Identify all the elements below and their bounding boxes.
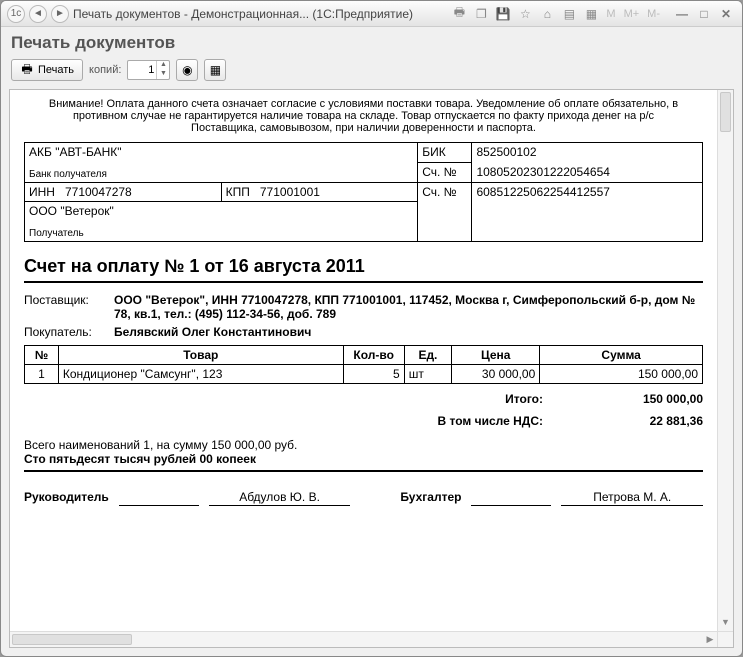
col-unit: Ед. xyxy=(404,346,451,365)
toolbar: 🖶 Печать копий: ▲ ▼ ◉ ▦ xyxy=(11,57,732,87)
document-content: Внимание! Оплата данного счета означает … xyxy=(10,90,717,631)
cell-goods: Кондиционер "Самсунг", 123 xyxy=(58,365,343,384)
supplier-label: Поставщик: xyxy=(24,293,114,321)
calendar-icon[interactable]: ▦ xyxy=(582,5,600,23)
vscroll-thumb[interactable] xyxy=(720,92,731,132)
mem-mminus: M- xyxy=(645,8,662,20)
nav-fwd-icon[interactable]: ► xyxy=(51,5,69,23)
kpp-value: 771001001 xyxy=(260,185,320,199)
col-qty: Кол-во xyxy=(343,346,404,365)
document-area: Внимание! Оплата данного счета означает … xyxy=(9,89,734,648)
titlebar: 1c ◄ ► Печать документов - Демонстрацион… xyxy=(1,1,742,27)
buyer-row: Покупатель: Белявский Олег Константинови… xyxy=(24,325,703,339)
totals-row-2: В том числе НДС: 22 881,36 xyxy=(24,414,703,428)
divider-bold-2 xyxy=(24,470,703,472)
print-icon[interactable]: 🖶 xyxy=(450,5,468,23)
kpp-label: КПП xyxy=(226,185,250,199)
accountant-label: Бухгалтер xyxy=(400,490,461,506)
copies-spinner[interactable]: ▲ ▼ xyxy=(127,60,170,80)
total-label: Итого: xyxy=(383,392,543,406)
horizontal-scrollbar[interactable]: ◀ ▶ xyxy=(10,631,717,647)
mem-m: M xyxy=(604,8,617,20)
sum-line: Всего наименований 1, на сумму 150 000,0… xyxy=(24,438,703,452)
copies-label: копий: xyxy=(89,64,121,76)
col-sum: Сумма xyxy=(540,346,703,365)
settings-button[interactable]: ▦ xyxy=(204,59,226,81)
head-name: Абдулов Ю. В. xyxy=(209,490,351,506)
save-icon[interactable]: 💾 xyxy=(494,5,512,23)
nav-back-icon[interactable]: ◄ xyxy=(29,5,47,23)
cell-price: 30 000,00 xyxy=(452,365,540,384)
vertical-scrollbar[interactable]: ▲ ▼ xyxy=(717,90,733,631)
star-icon[interactable]: ☆ xyxy=(516,5,534,23)
cell-qty: 5 xyxy=(343,365,404,384)
divider-bold-1 xyxy=(24,281,703,283)
app-menu-icon[interactable]: 1c xyxy=(7,5,25,23)
document-title: Счет на оплату № 1 от 16 августа 2011 xyxy=(24,256,703,277)
preview-button[interactable]: ◉ xyxy=(176,59,198,81)
buyer-value: Белявский Олег Константинович xyxy=(114,325,703,339)
sum-words: Сто пятьдесят тысяч рублей 00 копеек xyxy=(24,452,703,466)
page-header: Печать документов 🖶 Печать копий: ▲ ▼ ◉ … xyxy=(1,27,742,89)
col-num: № xyxy=(25,346,59,365)
totals-row-1: Итого: 150 000,00 xyxy=(24,392,703,406)
printer-icon: 🖶 xyxy=(20,63,34,77)
spin-down-icon[interactable]: ▼ xyxy=(157,70,169,79)
mem-mplus: M+ xyxy=(622,8,642,20)
spin-up-icon[interactable]: ▲ xyxy=(157,61,169,70)
cell-sum: 150 000,00 xyxy=(540,365,703,384)
window-title: Печать документов - Демонстрационная... … xyxy=(73,7,446,21)
scroll-right-icon[interactable]: ▶ xyxy=(703,632,717,647)
table-row: 1 Кондиционер "Самсунг", 123 5 шт 30 000… xyxy=(25,365,703,384)
minimize-button[interactable]: — xyxy=(672,5,692,23)
copy-icon[interactable]: ❐ xyxy=(472,5,490,23)
scroll-down-icon[interactable]: ▼ xyxy=(718,617,733,631)
maximize-button[interactable]: □ xyxy=(694,5,714,23)
copies-input[interactable] xyxy=(128,64,156,76)
print-button[interactable]: 🖶 Печать xyxy=(11,59,83,81)
accountant-name: Петрова М. А. xyxy=(561,490,703,506)
buyer-label: Покупатель: xyxy=(24,325,114,339)
app-window: 1c ◄ ► Печать документов - Демонстрацион… xyxy=(0,0,743,657)
bank-table: АКБ "АВТ-БАНК" Банк получателя БИК 85250… xyxy=(24,142,703,242)
payee-sub: Получатель xyxy=(29,228,413,239)
scroll-corner xyxy=(717,631,733,647)
inn-label: ИНН xyxy=(29,185,55,199)
bank-sub: Банк получателя xyxy=(29,169,413,180)
vat-value: 22 881,36 xyxy=(543,414,703,428)
col-price: Цена xyxy=(452,346,540,365)
warning-text: Внимание! Оплата данного счета означает … xyxy=(24,96,703,142)
page-title: Печать документов xyxy=(11,33,732,53)
bik-value: 852500102 xyxy=(472,143,703,163)
acc1-value: 10805202301222054654 xyxy=(472,163,703,183)
acc-sign-line xyxy=(471,490,551,506)
supplier-row: Поставщик: ООО "Ветерок", ИНН 7710047278… xyxy=(24,293,703,321)
cell-num: 1 xyxy=(25,365,59,384)
print-button-label: Печать xyxy=(38,64,74,76)
cell-unit: шт xyxy=(404,365,451,384)
bik-label: БИК xyxy=(418,143,472,163)
supplier-value: ООО "Ветерок", ИНН 7710047278, КПП 77100… xyxy=(114,293,703,321)
calc-icon[interactable]: ▤ xyxy=(560,5,578,23)
acc2-label: Сч. № xyxy=(418,183,472,242)
close-button[interactable]: ✕ xyxy=(716,5,736,23)
home-icon[interactable]: ⌂ xyxy=(538,5,556,23)
col-goods: Товар xyxy=(58,346,343,365)
payee-name: ООО "Ветерок" xyxy=(29,204,413,218)
head-label: Руководитель xyxy=(24,490,109,506)
inn-value: 7710047278 xyxy=(65,185,132,199)
head-sign-line xyxy=(119,490,199,506)
sign-row: Руководитель Абдулов Ю. В. Бухгалтер Пет… xyxy=(24,490,703,506)
acc2-value: 60851225062254412557 xyxy=(472,183,703,242)
bank-name: АКБ "АВТ-БАНК" xyxy=(29,145,413,159)
acc1-label: Сч. № xyxy=(418,163,472,183)
vat-label: В том числе НДС: xyxy=(383,414,543,428)
total-value: 150 000,00 xyxy=(543,392,703,406)
items-table: № Товар Кол-во Ед. Цена Сумма 1 Кондицио… xyxy=(24,345,703,384)
hscroll-thumb[interactable] xyxy=(12,634,132,645)
